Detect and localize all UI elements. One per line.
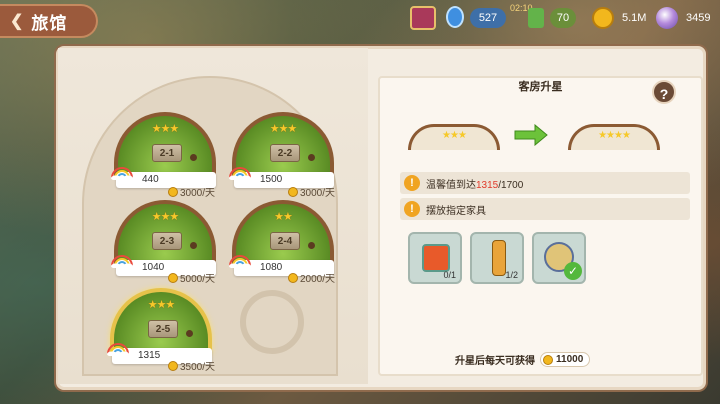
gear-decoration-icon — [240, 290, 304, 354]
room-number: 2-3 — [152, 232, 182, 250]
room-number: 2-1 — [152, 144, 182, 162]
back-arrow-icon: ❮ — [10, 13, 24, 30]
requirement-furniture: ! 摆放指定家具 — [400, 198, 690, 220]
rainbow-icon — [111, 255, 133, 268]
rainbow-icon — [111, 167, 133, 180]
current-star-arch: ★★★ — [408, 124, 500, 150]
room-number: 2-5 — [148, 320, 178, 338]
room-card[interactable]: ★★★ 2-3 1040 — [111, 200, 216, 276]
star-rating: ★★ — [274, 211, 293, 223]
item-count: 0/1 — [443, 270, 456, 280]
furniture-slot[interactable]: 1/2 — [470, 232, 524, 284]
room-price: 3000/天 — [288, 184, 335, 199]
gold-coin-icon[interactable] — [592, 7, 614, 29]
rainbow-icon — [107, 343, 129, 356]
warning-icon: ! — [404, 175, 420, 191]
room-price: 2000/天 — [288, 270, 335, 285]
room-number: 2-4 — [270, 232, 300, 250]
star-rating: ★★★ — [151, 211, 180, 223]
star-rating: ★★★ — [269, 123, 298, 135]
arrow-right-icon — [514, 124, 548, 146]
upgrade-panel: 客房升星 — [378, 76, 703, 376]
back-button[interactable]: ❮ 旅馆 — [0, 4, 98, 38]
coin-icon — [168, 186, 178, 197]
reward-label: 升星后每天可获得 — [455, 356, 535, 367]
room-number: 2-2 — [270, 144, 300, 162]
door-knob — [308, 154, 315, 161]
help-button[interactable]: ? — [652, 80, 676, 104]
tool-value: 70 — [550, 8, 576, 28]
requirement-comfort: ! 温馨值到达1315/1700 — [400, 172, 690, 194]
gem-value: 3459 — [686, 12, 711, 24]
room-price: 3500/天 — [168, 358, 215, 373]
coin-icon — [168, 272, 178, 283]
tools-icon — [528, 8, 544, 28]
rainbow-icon — [229, 167, 251, 180]
room-price: 3000/天 — [168, 184, 215, 199]
book-icon[interactable] — [410, 6, 436, 30]
next-star-arch: ★★★★ — [568, 124, 660, 150]
coin-icon — [288, 272, 298, 283]
item-count: 1/2 — [505, 270, 518, 280]
door-knob — [186, 330, 193, 337]
coin-icon — [543, 354, 553, 365]
next-stars: ★★★★ — [598, 130, 631, 141]
room-card[interactable]: ★★ 2-4 1080 — [229, 200, 334, 276]
energy-value: 527 — [470, 8, 506, 28]
door-knob — [190, 242, 197, 249]
coin-icon — [168, 360, 178, 371]
room-price: 5000/天 — [168, 270, 215, 285]
coin-icon — [288, 186, 298, 197]
page-title: 旅馆 — [31, 13, 68, 33]
star-rating: ★★★ — [147, 299, 176, 311]
gold-value: 5.1M — [622, 12, 647, 24]
fish-painting-icon — [422, 244, 450, 272]
room-card[interactable]: ★★★ 2-1 440 — [111, 112, 216, 188]
furniture-slot[interactable]: ✓ — [532, 232, 586, 284]
reward-row: 升星后每天可获得 11000 — [455, 352, 591, 367]
star-rating: ★★★ — [151, 123, 180, 135]
furniture-slot[interactable]: 0/1 — [408, 232, 462, 284]
warning-icon: ! — [404, 201, 420, 217]
room-card-selected[interactable]: ★★★ 2-5 1315 — [107, 288, 212, 364]
bottle-icon — [492, 240, 506, 276]
reward-value: 11000 — [556, 354, 584, 365]
check-icon: ✓ — [564, 262, 582, 280]
rainbow-icon — [229, 255, 251, 268]
door-knob — [308, 242, 315, 249]
door-knob — [190, 154, 197, 161]
current-stars: ★★★ — [442, 130, 467, 141]
energy-icon — [446, 6, 464, 28]
room-card[interactable]: ★★★ 2-2 1500 — [229, 112, 334, 188]
gem-icon[interactable] — [656, 7, 678, 29]
